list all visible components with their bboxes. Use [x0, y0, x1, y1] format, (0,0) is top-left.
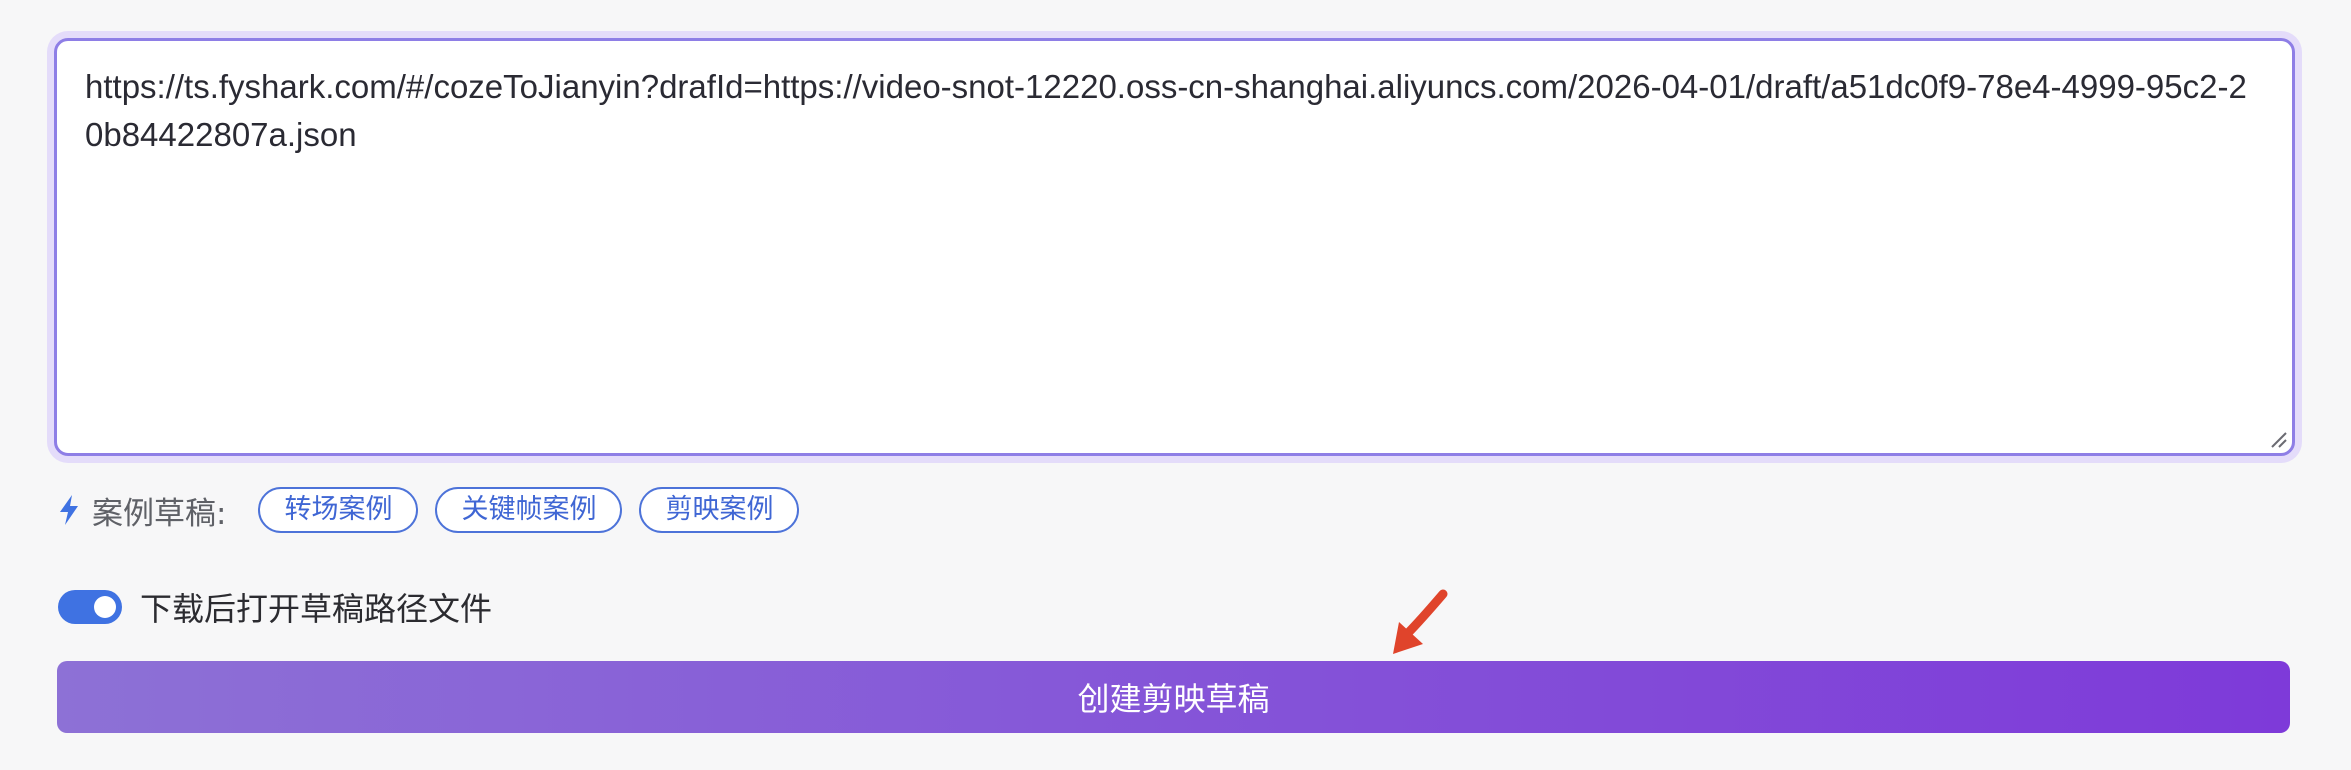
red-arrow-icon	[1393, 589, 1448, 654]
sample-chip-jianying[interactable]: 剪映案例	[639, 487, 800, 533]
sample-drafts-row: 案例草稿: 转场案例 关键帧案例 剪映案例	[58, 486, 816, 534]
open-folder-option: 下载后打开草稿路径文件	[58, 584, 492, 630]
toggle-knob	[94, 596, 116, 618]
sample-chip-transition[interactable]: 转场案例	[258, 487, 419, 533]
draft-url-text[interactable]: https://ts.fyshark.com/#/cozeToJianyin?d…	[85, 63, 2264, 433]
create-draft-button[interactable]: 创建剪映草稿	[57, 661, 2290, 733]
draft-creator-page: https://ts.fyshark.com/#/cozeToJianyin?d…	[0, 0, 2351, 770]
sample-drafts-label: 案例草稿:	[92, 495, 227, 532]
sample-chip-keyframe[interactable]: 关键帧案例	[435, 487, 623, 533]
open-folder-toggle-label: 下载后打开草稿路径文件	[140, 590, 493, 628]
draft-url-textarea[interactable]: https://ts.fyshark.com/#/cozeToJianyin?d…	[54, 38, 2295, 456]
open-folder-toggle[interactable]	[58, 590, 122, 624]
resize-grip-icon[interactable]	[2266, 427, 2288, 449]
lightning-bolt-icon	[58, 494, 80, 526]
